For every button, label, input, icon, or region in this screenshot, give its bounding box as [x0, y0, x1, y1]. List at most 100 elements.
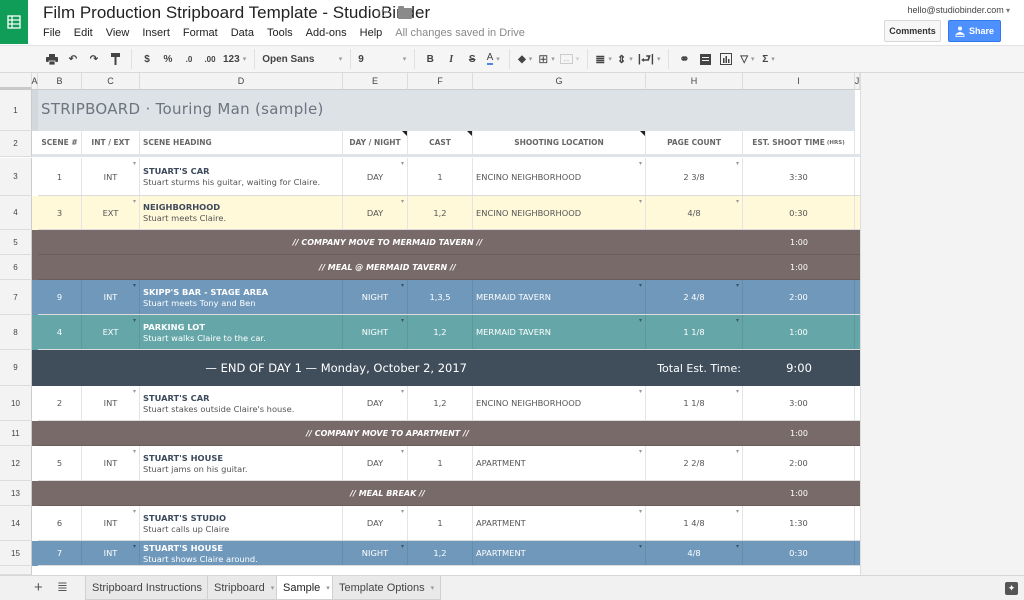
row-number[interactable]: 15	[0, 541, 32, 566]
scene-number-cell[interactable]: 9	[38, 280, 82, 314]
location-cell[interactable]: ENCINO NEIGHBORHOOD ▾	[473, 158, 646, 195]
shoot-time-cell[interactable]: 0:30	[743, 541, 855, 565]
shoot-time-cell[interactable]: 2:00	[743, 446, 855, 480]
text-color-button[interactable]: A ▾	[485, 49, 501, 69]
scene-strip[interactable]: 4 EXT ▾ PARKING LOT Stuart walks Claire to t…	[32, 315, 860, 350]
shoot-time-cell[interactable]: 1:00	[743, 315, 855, 349]
sheets-logo[interactable]	[0, 0, 28, 44]
undo-icon[interactable]: ↶	[65, 49, 81, 69]
dropdown-arrow-icon[interactable]: ▾	[133, 508, 136, 515]
row-number[interactable]: 4	[0, 196, 32, 230]
page-count-cell[interactable]: 2 4/8 ▾	[646, 280, 743, 314]
dropdown-arrow-icon[interactable]: ▾	[736, 160, 739, 167]
cast-cell[interactable]: 1,2	[408, 386, 473, 420]
day-night-cell[interactable]: DAY ▾	[343, 158, 408, 195]
row-number[interactable]: 12	[0, 446, 32, 481]
location-cell[interactable]: MERMAID TAVERN ▾	[473, 280, 646, 314]
horizontal-align-button[interactable]: ≣ ▾	[595, 49, 612, 69]
dropdown-arrow-icon[interactable]: ▾	[639, 198, 642, 205]
borders-button[interactable]: ⊞ ▾	[538, 49, 555, 69]
strikethrough-button[interactable]: S	[464, 49, 480, 69]
dropdown-arrow-icon[interactable]: ▾	[401, 508, 404, 515]
dropdown-arrow-icon[interactable]: ▾	[736, 317, 739, 324]
scene-number-cell[interactable]: 5	[38, 446, 82, 480]
dropdown-arrow-icon[interactable]: ▾	[401, 543, 404, 550]
scene-heading-cell[interactable]: PARKING LOT Stuart walks Claire to the ca…	[140, 315, 343, 349]
more-formats-button[interactable]: 123 ▾	[223, 49, 246, 69]
day-night-cell[interactable]: DAY ▾	[343, 446, 408, 480]
menu-help[interactable]: Help	[360, 27, 383, 39]
scene-heading-cell[interactable]: STUART'S HOUSE Stuart shows Claire around…	[140, 541, 343, 565]
menu-view[interactable]: View	[106, 27, 130, 39]
int-ext-cell[interactable]: INT ▾	[82, 158, 140, 195]
dropdown-arrow-icon[interactable]: ▾	[639, 543, 642, 550]
account-menu[interactable]: hello@studiobinder.com	[908, 5, 1010, 15]
location-cell[interactable]: APARTMENT ▾	[473, 541, 646, 565]
font-select[interactable]: Open Sans ▾	[262, 49, 342, 69]
scene-heading-cell[interactable]: STUART'S CAR Stuart sturms his guitar, wa…	[140, 158, 343, 195]
row-number[interactable]: 8	[0, 315, 32, 350]
menu-file[interactable]: File	[43, 27, 61, 39]
filter-icon[interactable]: ▽ ▾	[739, 49, 755, 69]
column-header[interactable]: E	[343, 73, 408, 90]
page-count-cell[interactable]: 2 2/8 ▾	[646, 446, 743, 480]
column-header[interactable]: C	[82, 73, 140, 90]
menu-edit[interactable]: Edit	[74, 27, 93, 39]
column-header[interactable]: D	[140, 73, 343, 90]
scene-heading-cell[interactable]: NEIGHBORHOOD Stuart meets Claire.	[140, 196, 343, 229]
cast-cell[interactable]: 1	[408, 446, 473, 480]
banner-strip[interactable]: // COMPANY MOVE TO APARTMENT // 1:00	[32, 421, 860, 446]
decrease-decimal-button[interactable]: .0	[181, 49, 197, 69]
int-ext-cell[interactable]: INT ▾	[82, 280, 140, 314]
scene-heading-cell[interactable]: SKIPP'S BAR - STAGE AREA Stuart meets Ton…	[140, 280, 343, 314]
row-number[interactable]: 3	[0, 158, 32, 196]
dropdown-arrow-icon[interactable]: ▾	[639, 448, 642, 455]
row-number[interactable]	[0, 566, 32, 575]
int-ext-cell[interactable]: INT ▾	[82, 386, 140, 420]
dropdown-arrow-icon[interactable]: ▾	[639, 282, 642, 289]
cast-cell[interactable]: 1,2	[408, 315, 473, 349]
location-cell[interactable]: ENCINO NEIGHBORHOOD ▾	[473, 196, 646, 229]
menu-addons[interactable]: Add-ons	[306, 27, 347, 39]
paint-format-icon[interactable]	[107, 49, 123, 69]
currency-format-button[interactable]: $	[139, 49, 155, 69]
dropdown-arrow-icon[interactable]: ▾	[639, 508, 642, 515]
cast-cell[interactable]: 1,2	[408, 196, 473, 229]
location-cell[interactable]: APARTMENT ▾	[473, 446, 646, 480]
cast-cell[interactable]: 1,3,5	[408, 280, 473, 314]
dropdown-arrow-icon[interactable]: ▾	[401, 160, 404, 167]
row-number[interactable]: 5	[0, 230, 32, 255]
column-header[interactable]: B	[38, 73, 82, 90]
star-icon[interactable]: ☆	[376, 4, 389, 22]
dropdown-arrow-icon[interactable]: ▾	[401, 282, 404, 289]
save-status[interactable]: All changes saved in Drive	[395, 27, 525, 39]
increase-decimal-button[interactable]: .00	[202, 49, 218, 69]
share-button[interactable]: Share	[948, 20, 1001, 42]
row-number[interactable]: 11	[0, 421, 32, 446]
scene-strip[interactable]: 5 INT ▾ STUART'S HOUSE Stuart jams on his gu…	[32, 446, 860, 481]
font-size-select[interactable]: 9 ▾	[358, 49, 406, 69]
percent-format-button[interactable]: %	[160, 49, 176, 69]
insert-comment-icon[interactable]	[697, 49, 713, 69]
add-sheet-icon[interactable]: +	[34, 579, 43, 596]
shoot-time-cell[interactable]: 0:30	[743, 196, 855, 229]
shoot-time-cell[interactable]: 3:30	[743, 158, 855, 195]
dropdown-arrow-icon[interactable]: ▾	[736, 388, 739, 395]
scene-strip[interactable]: 6 INT ▾ STUART'S STUDIO Stuart calls up Clai…	[32, 506, 860, 541]
scene-strip[interactable]: 1 INT ▾ STUART'S CAR Stuart sturms his guita…	[32, 158, 860, 196]
cast-cell[interactable]: 1	[408, 158, 473, 195]
comments-button[interactable]: Comments	[884, 20, 941, 42]
vertical-align-button[interactable]: ⇕ ▾	[617, 49, 633, 69]
dropdown-arrow-icon[interactable]: ▾	[133, 543, 136, 550]
day-night-cell[interactable]: NIGHT ▾	[343, 280, 408, 314]
dropdown-arrow-icon[interactable]: ▾	[736, 282, 739, 289]
row-number[interactable]: 7	[0, 280, 32, 315]
location-cell[interactable]: APARTMENT ▾	[473, 506, 646, 540]
scene-number-cell[interactable]: 4	[38, 315, 82, 349]
page-count-cell[interactable]: 4/8 ▾	[646, 196, 743, 229]
page-count-cell[interactable]: 4/8 ▾	[646, 541, 743, 565]
location-cell[interactable]: MERMAID TAVERN ▾	[473, 315, 646, 349]
end-of-day-strip[interactable]: — END OF DAY 1 — Monday, October 2, 2017…	[32, 350, 860, 386]
scene-number-cell[interactable]: 6	[38, 506, 82, 540]
menu-format[interactable]: Format	[183, 27, 218, 39]
